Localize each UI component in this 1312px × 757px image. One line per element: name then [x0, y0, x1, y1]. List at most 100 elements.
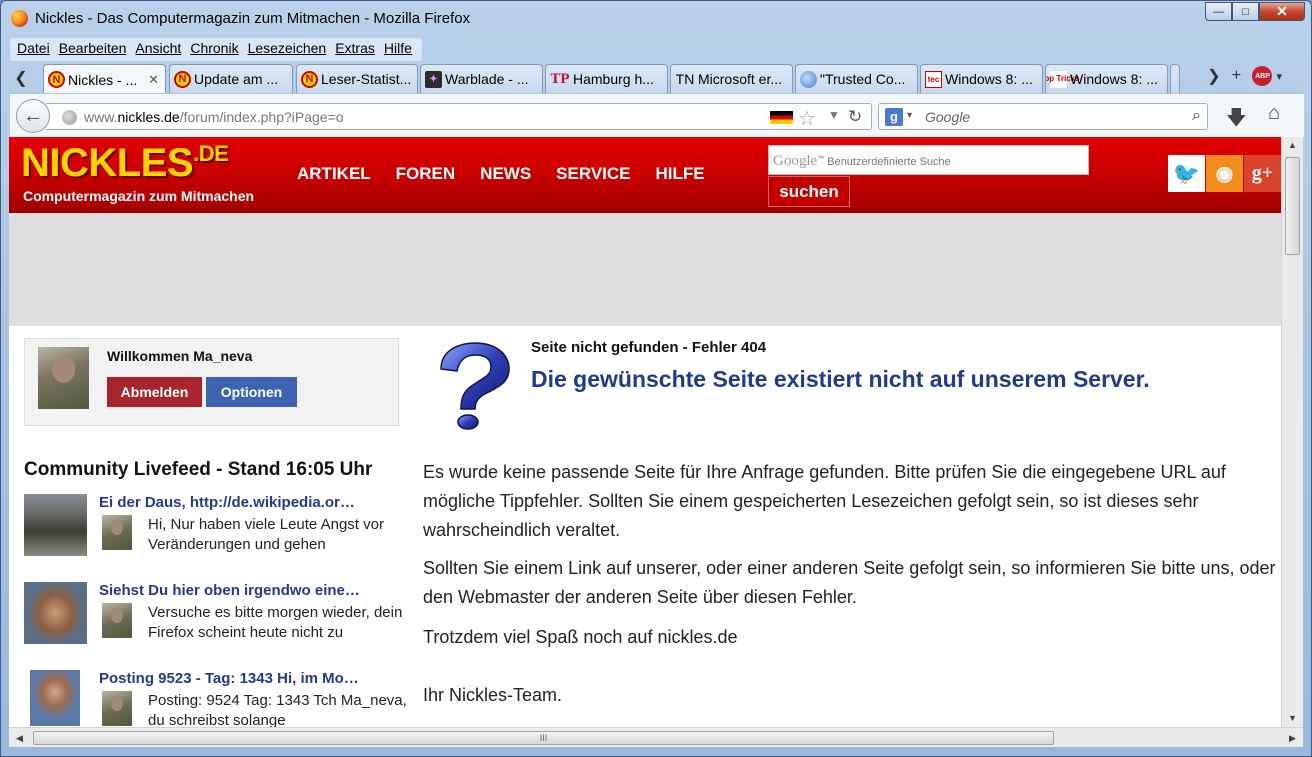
poster-avatar[interactable]: [102, 603, 132, 638]
twitter-icon[interactable]: 🐦: [1168, 155, 1205, 192]
feed-thumbnail[interactable]: [30, 670, 80, 726]
tab-microsoft[interactable]: TN Microsoft er...: [670, 64, 793, 93]
site-identity-icon[interactable]: [62, 110, 77, 125]
back-button[interactable]: ←: [16, 99, 50, 133]
site-search-button[interactable]: suchen: [768, 176, 850, 207]
scroll-left-button[interactable]: ◀: [11, 728, 28, 748]
error-headline: Die gewünschte Seite existiert nicht auf…: [531, 366, 1150, 392]
site-header: NICKLES.DE Computermagazin zum Mitmachen…: [9, 137, 1281, 213]
feed-excerpt: Versuche es bitte morgen wieder, dein Fi…: [148, 604, 403, 641]
tab-windows8-tec[interactable]: tec Windows 8: ...: [920, 64, 1043, 93]
nickles-n-icon: N: [48, 71, 65, 88]
nav-news[interactable]: NEWS: [480, 164, 531, 184]
question-mark-icon: [440, 342, 510, 430]
menu-chronik[interactable]: Chronik: [187, 38, 244, 61]
tab-label: Microsoft er...: [698, 71, 783, 87]
close-window-button[interactable]: ✕: [1259, 2, 1305, 21]
user-avatar[interactable]: [38, 347, 89, 409]
poster-avatar[interactable]: [102, 515, 132, 550]
menu-lesezeichen[interactable]: Lesezeichen: [245, 38, 333, 61]
feed-headline-link[interactable]: Posting 9523 - Tag: 1343 Hi, im Mo…: [99, 670, 399, 687]
main-nav: ARTIKEL FOREN NEWS SERVICE HILFE: [297, 164, 705, 184]
site-tagline: Computermagazin zum Mitmachen: [23, 188, 255, 204]
scroll-down-button[interactable]: ▼: [1282, 710, 1303, 727]
tab-warblade[interactable]: ✦ Warblade - ...: [420, 64, 543, 93]
feed-thumbnail[interactable]: [24, 582, 87, 644]
feed-headline-link[interactable]: Ei der Daus, http://de.wikipedia.or…: [99, 494, 399, 511]
tec-icon: tec: [925, 70, 942, 88]
tab-label: Windows 8: ...: [1070, 71, 1158, 87]
reload-icon[interactable]: ↻: [848, 107, 862, 127]
livefeed-title: Community Livefeed - Stand 16:05 Uhr: [24, 459, 373, 480]
horizontal-scrollbar[interactable]: ◀ III ▶: [9, 727, 1303, 747]
url-bar[interactable]: www.nickles.de/forum/index.php?iPage=o ☆…: [46, 103, 872, 130]
home-icon[interactable]: ⌂: [1268, 102, 1280, 125]
welcome-text: Willkommen Ma_neva: [107, 348, 253, 364]
nickles-logo[interactable]: NICKLES.DE: [21, 141, 229, 186]
menu-ansicht[interactable]: Ansicht: [132, 38, 187, 61]
feed-excerpt: Posting: 9524 Tag: 1343 Tch Ma_neva, du …: [148, 692, 407, 727]
tab-overflow[interactable]: [1170, 64, 1180, 93]
tab-trusted[interactable]: "Trusted Co...: [795, 64, 918, 93]
vertical-scrollbar[interactable]: ▲ ▼: [1281, 137, 1303, 727]
vertical-scroll-thumb[interactable]: [1285, 157, 1300, 255]
maximize-button[interactable]: □: [1232, 2, 1259, 21]
menu-datei[interactable]: Datei: [14, 38, 56, 61]
menu-bearbeiten[interactable]: Bearbeiten: [56, 38, 133, 61]
logout-button[interactable]: Abmelden: [107, 377, 202, 407]
tab-label: Update am ...: [194, 71, 279, 87]
adblock-dropdown-icon[interactable]: ▾: [1276, 70, 1282, 83]
tab-strip: ❮ N Nickles - ... ✕ N Update am ... N Le…: [10, 63, 1304, 94]
history-dropdown-icon[interactable]: ▼: [828, 108, 840, 122]
window-title: Nickles - Das Computermagazin zum Mitmac…: [35, 10, 471, 27]
search-input[interactable]: Google: [925, 109, 970, 125]
feed-item: Posting 9523 - Tag: 1343 Hi, im Mo… Post…: [24, 670, 407, 727]
user-box: Willkommen Ma_neva Abmelden Optionen: [24, 338, 399, 426]
menu-hilfe[interactable]: Hilfe: [381, 38, 418, 61]
error-paragraph-1: Es wurde keine passende Seite für Ihre A…: [423, 462, 1226, 540]
engine-dropdown-icon[interactable]: ▾: [907, 110, 912, 121]
new-tab-button[interactable]: +: [1224, 67, 1248, 85]
search-icon[interactable]: ⌕: [1192, 107, 1201, 125]
tab-close-icon[interactable]: ✕: [148, 72, 159, 88]
rss-icon[interactable]: ◉: [1206, 155, 1243, 192]
tabs-scroll-right-button[interactable]: ❯: [1207, 66, 1220, 86]
search-bar[interactable]: g ▾ Google ⌕: [878, 103, 1208, 130]
scroll-up-button[interactable]: ▲: [1282, 137, 1303, 154]
error-paragraph-3: Trotzdem viel Spaß noch auf nickles.de: [423, 627, 738, 647]
tab-leser-statistik[interactable]: N Leser-Statist...: [296, 64, 418, 93]
tab-windows8-tipp[interactable]: Tipp Tricks Windows 8: ...: [1045, 64, 1168, 93]
tab-label: Hamburg h...: [573, 71, 654, 87]
error-paragraph-2: Sollten Sie einem Link auf unserer, oder…: [423, 558, 1276, 607]
german-flag-icon[interactable]: [770, 111, 793, 124]
site-search-input[interactable]: Google™ Benutzerdefinierte Suche: [768, 145, 1089, 175]
download-icon[interactable]: 🡇: [1226, 103, 1247, 137]
tab-nickles[interactable]: N Nickles - ... ✕: [43, 64, 166, 94]
tipp-icon: Tipp Tricks: [1046, 70, 1080, 88]
feed-thumbnail[interactable]: [24, 494, 87, 556]
google-plus-icon[interactable]: g+: [1244, 155, 1281, 192]
minimize-button[interactable]: —: [1205, 2, 1232, 21]
tabs-scroll-left-button[interactable]: ❮: [10, 67, 32, 91]
tab-update[interactable]: N Update am ...: [169, 64, 293, 93]
nav-hilfe[interactable]: HILFE: [656, 164, 705, 184]
navigation-bar: www.nickles.de/forum/index.php?iPage=o ☆…: [10, 93, 1304, 137]
menu-extras[interactable]: Extras: [332, 38, 381, 61]
tab-label: Nickles - ...: [68, 71, 138, 88]
url-text[interactable]: www.nickles.de/forum/index.php?iPage=o: [84, 109, 344, 125]
google-engine-icon[interactable]: g: [885, 108, 903, 126]
scroll-right-button[interactable]: ▶: [1284, 728, 1301, 748]
nav-artikel[interactable]: ARTIKEL: [297, 164, 371, 184]
options-button[interactable]: Optionen: [206, 377, 297, 407]
bookmark-star-icon[interactable]: ☆: [798, 106, 816, 131]
tab-label: Windows 8: ...: [945, 71, 1033, 87]
feed-headline-link[interactable]: Siehst Du hier oben irgendwo eine…: [99, 582, 399, 599]
menu-bar: Datei Bearbeiten Ansicht Chronik Lesezei…: [10, 38, 422, 61]
tab-hamburg[interactable]: TP Hamburg h...: [545, 64, 668, 93]
nav-foren[interactable]: FOREN: [396, 164, 456, 184]
poster-avatar[interactable]: [102, 691, 132, 726]
horizontal-scroll-thumb[interactable]: III: [33, 731, 1054, 745]
feed-item: Siehst Du hier oben irgendwo eine… Versu…: [24, 582, 404, 652]
adblock-plus-icon[interactable]: ABP: [1252, 66, 1273, 86]
nav-service[interactable]: SERVICE: [556, 164, 630, 184]
